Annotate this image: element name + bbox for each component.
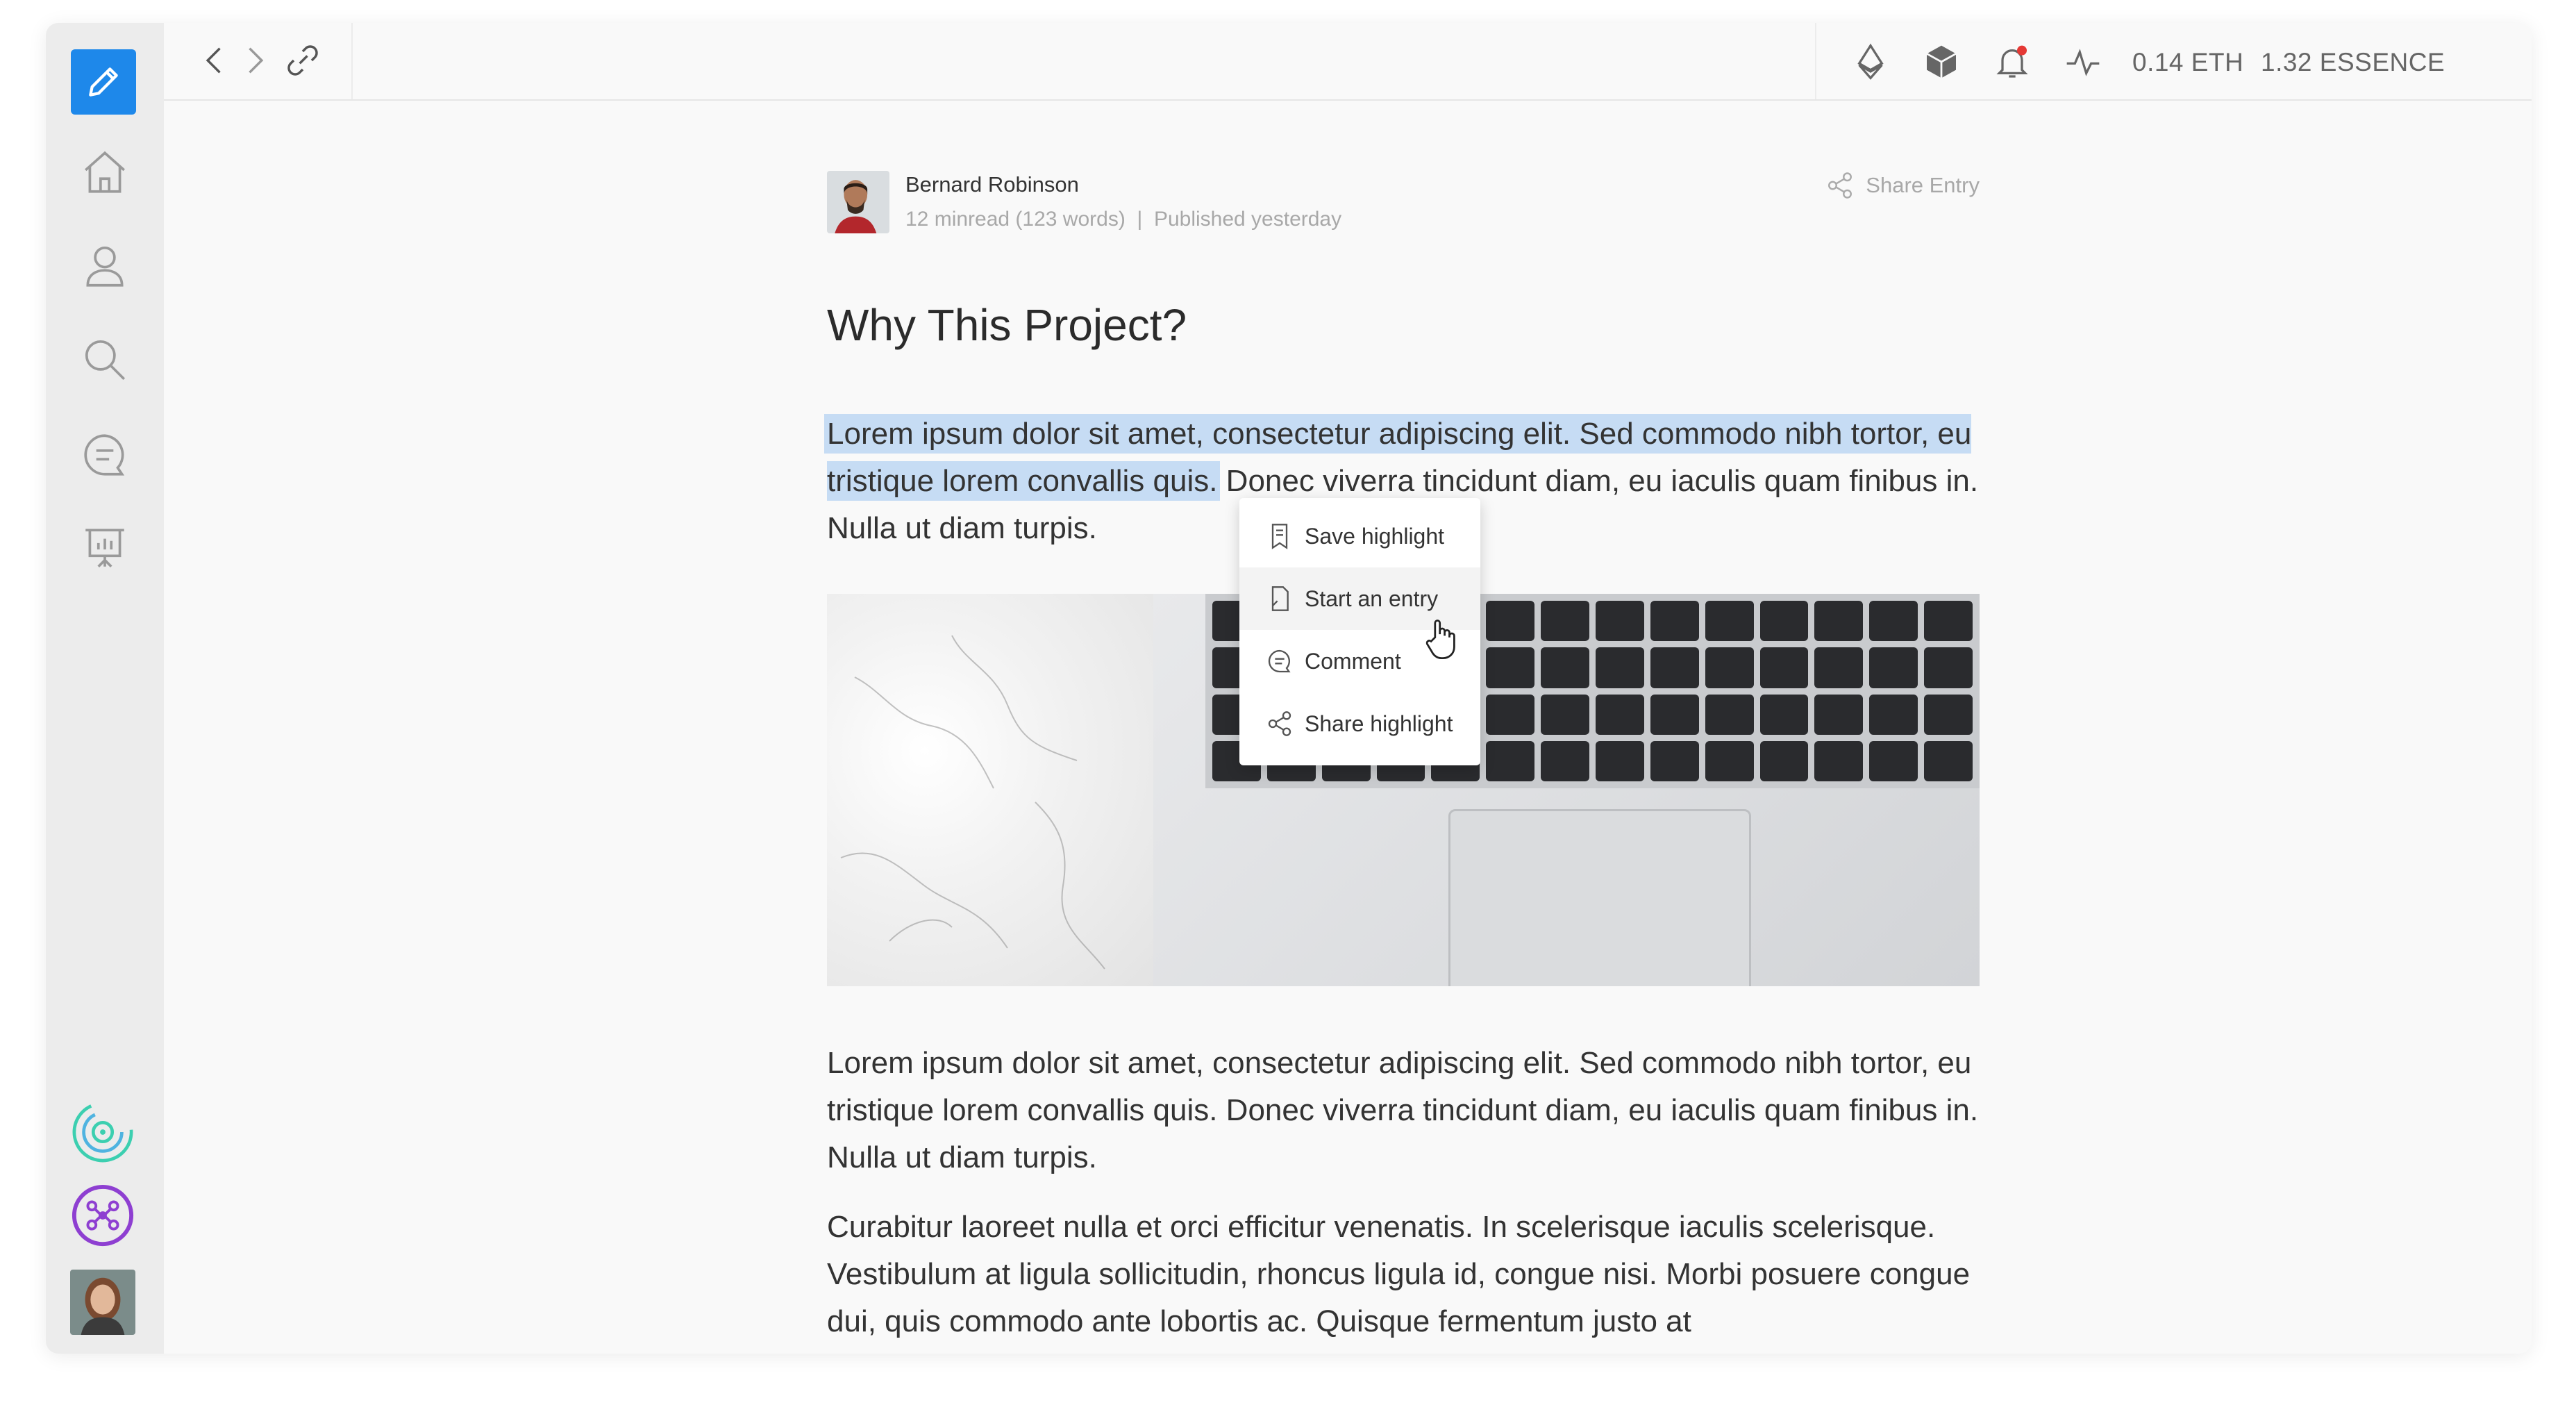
keyboard-key <box>1705 740 1754 781</box>
author-avatar-image <box>827 171 889 233</box>
pencil-icon <box>89 67 118 97</box>
share-icon <box>1268 711 1291 736</box>
keyboard-key <box>1759 694 1809 735</box>
share-entry-label: Share Entry <box>1866 173 1980 197</box>
app-window: 0.14 ETH 1.32 ESSENCE Bernard Robinson 1… <box>46 23 2532 1354</box>
paragraph-2: Lorem ipsum dolor sit amet, consectetur … <box>827 1046 1979 1174</box>
author-name[interactable]: Bernard Robinson <box>905 172 1079 197</box>
ethereum-icon[interactable] <box>1851 42 1890 81</box>
keyboard-key <box>1814 601 1864 642</box>
network-app-icon <box>72 1184 134 1247</box>
keyboard-key <box>1924 740 1973 781</box>
keyboard-key <box>1814 647 1864 688</box>
chat-icon <box>84 434 125 476</box>
user-icon <box>86 246 124 287</box>
forward-arrow-icon[interactable] <box>236 42 272 78</box>
keyboard-key <box>1486 694 1535 735</box>
sidebar-item-dashboard[interactable] <box>69 511 141 583</box>
menu-item-save-highlight[interactable]: Save highlight <box>1239 505 1480 567</box>
sidebar-item-home[interactable] <box>69 136 141 208</box>
menu-item-label: Save highlight <box>1305 523 1445 549</box>
share-entry-button[interactable]: Share Entry <box>1825 171 1980 200</box>
article-meta: 12 minread (123 words) | Published yeste… <box>905 208 1342 231</box>
keyboard-key <box>1924 694 1973 735</box>
keyboard-key <box>1759 647 1809 688</box>
home-icon <box>85 151 125 193</box>
spiral-app-icon <box>72 1102 133 1163</box>
keyboard-key <box>1759 601 1809 642</box>
keyboard-key <box>1541 740 1589 781</box>
keyboard-key <box>1486 740 1535 781</box>
bookmark-icon <box>1271 524 1288 549</box>
marble-surface <box>827 594 1153 986</box>
keyboard-key <box>1869 694 1918 735</box>
keyboard-key <box>1595 601 1644 642</box>
user-avatar[interactable] <box>70 1270 135 1335</box>
keyboard-key <box>1759 740 1809 781</box>
keyboard-key <box>1924 601 1973 642</box>
keyboard-key <box>1650 647 1699 688</box>
keyboard-key <box>1869 740 1918 781</box>
activity-pulse-icon[interactable] <box>2064 42 2102 81</box>
keyboard-key <box>1541 601 1589 642</box>
eth-balance: 0.14 ETH <box>2132 48 2244 76</box>
article-title: Why This Project? <box>827 300 1187 350</box>
menu-item-label: Start an entry <box>1305 585 1439 611</box>
back-arrow-icon[interactable] <box>197 42 233 78</box>
keyboard-key <box>1814 740 1864 781</box>
top-right-toolbar: 0.14 ETH 1.32 ESSENCE <box>1815 23 2532 99</box>
search-icon <box>85 340 126 381</box>
user-avatar-image <box>70 1270 135 1335</box>
keyboard-key <box>1486 601 1535 642</box>
keyboard-key <box>1705 647 1754 688</box>
comment-icon <box>1268 649 1291 673</box>
navigation-controls <box>164 23 353 99</box>
keyboard-key <box>1650 694 1699 735</box>
network-app-button[interactable] <box>70 1183 135 1248</box>
keyboard-key <box>1869 647 1918 688</box>
trackpad <box>1448 809 1751 986</box>
cube-icon[interactable] <box>1922 42 1961 81</box>
keyboard-key <box>1869 601 1918 642</box>
keyboard-key <box>1814 694 1864 735</box>
share-icon <box>1828 172 1852 199</box>
sidebar <box>46 23 164 1354</box>
paragraph-3: Curabitur laoreet nulla et orci efficitu… <box>827 1210 1971 1338</box>
keyboard-key <box>1486 647 1535 688</box>
keyboard-key <box>1705 601 1754 642</box>
menu-item-share-highlight[interactable]: Share highlight <box>1239 692 1480 755</box>
sidebar-item-search[interactable] <box>69 324 141 396</box>
marble-veins <box>840 635 1105 970</box>
keyboard-key <box>1541 694 1589 735</box>
document-icon <box>1271 586 1289 611</box>
keyboard-key <box>1705 694 1754 735</box>
keyboard-key <box>1924 647 1973 688</box>
sidebar-item-messages[interactable] <box>69 419 141 491</box>
presentation-icon <box>85 529 124 568</box>
link-icon[interactable] <box>285 42 321 78</box>
compose-button[interactable] <box>71 49 136 115</box>
essence-balance: 1.32 ESSENCE <box>2261 48 2445 76</box>
menu-item-label: Share highlight <box>1305 710 1453 736</box>
keyboard-key <box>1595 740 1644 781</box>
sidebar-item-profile[interactable] <box>69 230 141 302</box>
keyboard-key <box>1650 601 1699 642</box>
author-avatar[interactable] <box>827 171 889 233</box>
keyboard-key <box>1541 647 1589 688</box>
notification-bell-icon[interactable] <box>1993 42 2032 81</box>
spiral-app-button[interactable] <box>70 1099 135 1165</box>
keyboard-key <box>1650 740 1699 781</box>
top-bar: 0.14 ETH 1.32 ESSENCE <box>164 23 2532 101</box>
keyboard-key <box>1595 694 1644 735</box>
hand-cursor-icon <box>1425 620 1455 659</box>
menu-item-label: Comment <box>1305 648 1401 674</box>
keyboard-key <box>1595 647 1644 688</box>
